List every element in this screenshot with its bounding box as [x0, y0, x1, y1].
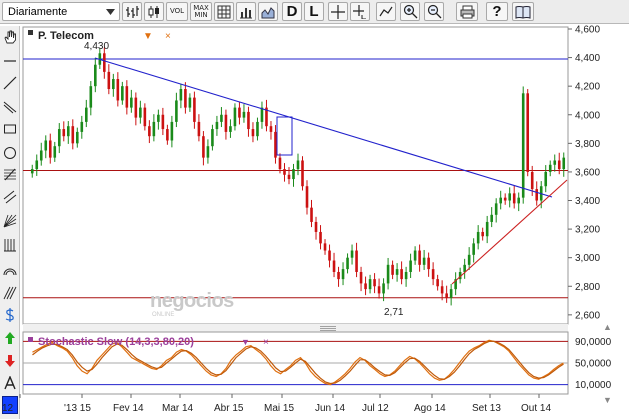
price-tick-label: 2,800: [575, 282, 600, 293]
scroll-up-icon: ▲: [603, 322, 612, 332]
x-tick-label: Mai 15: [264, 403, 294, 414]
price-tick-label: 3,200: [575, 225, 600, 236]
price-tick-label: 3,400: [575, 196, 600, 207]
price-tick-label: 4,200: [575, 82, 600, 93]
stochastic-tick-label: 50,0000: [575, 359, 612, 370]
low-annotation: 2,71: [384, 307, 404, 318]
price-tick-label: 3,800: [575, 139, 600, 150]
panel-splitter[interactable]: [23, 324, 568, 332]
price-candle: [526, 89, 530, 177]
price-y-axis: 4,600 4,400 4,200 4,000 3,800 3,600 3,400 3,200…: [568, 25, 600, 321]
price-tick-label: 4,000: [575, 110, 600, 121]
stochastic-arrow-icon[interactable]: ▼: [241, 337, 250, 347]
x-tick-label: Jul 12: [362, 403, 389, 414]
legend-close-icon[interactable]: ×: [165, 31, 171, 42]
stochastic-legend-marker: [28, 337, 33, 342]
legend-marker: [28, 30, 33, 35]
x-tick-label: Jun 14: [315, 403, 345, 414]
x-tick-label: Mar 14: [162, 403, 194, 414]
stochastic-tick-label: 10,0000: [575, 380, 612, 391]
watermark-text: negocios: [150, 290, 234, 312]
high-annotation: 4,430: [84, 41, 109, 52]
scroll-down-icon: ▼: [603, 395, 612, 405]
price-candle: [301, 156, 304, 191]
x-tick-label: Ago 14: [414, 403, 446, 414]
stochastic-y-axis: 90,0000 50,0000 10,0000: [575, 337, 612, 391]
price-tick-label: 4,400: [575, 53, 600, 64]
x-axis: 12 '13 15 Fev 14 Mar 14 Abr 15 Mai 15 Jun 14 Ju…: [2, 394, 551, 414]
stochastic-close-icon[interactable]: ×: [263, 337, 269, 348]
x-tick-label: 12: [2, 403, 14, 414]
price-candle: [521, 86, 525, 204]
x-tick-label: Fev 14: [113, 403, 144, 414]
x-tick-label: Set 13: [472, 403, 501, 414]
chart-canvas: 4,600 4,400 4,200 4,000 3,800 3,600 3,400 3,200…: [2, 25, 612, 415]
instrument-label: P. Telecom: [38, 30, 94, 42]
stochastic-label: Stochastic Slow (14,3,3,80,20): [38, 336, 194, 348]
price-tick-label: 3,000: [575, 253, 600, 264]
legend-arrow-icon[interactable]: ▼: [143, 31, 153, 42]
price-tick-label: 3,600: [575, 167, 600, 178]
stochastic-tick-label: 90,0000: [575, 337, 612, 348]
price-tick-label: 4,600: [575, 25, 600, 36]
watermark-subtext: ONLINE: [152, 312, 174, 318]
x-tick-label: '13 15: [64, 403, 91, 414]
price-tick-label: 2,600: [575, 310, 600, 321]
x-tick-label: Abr 15: [214, 403, 244, 414]
x-tick-label: Out 14: [521, 403, 551, 414]
